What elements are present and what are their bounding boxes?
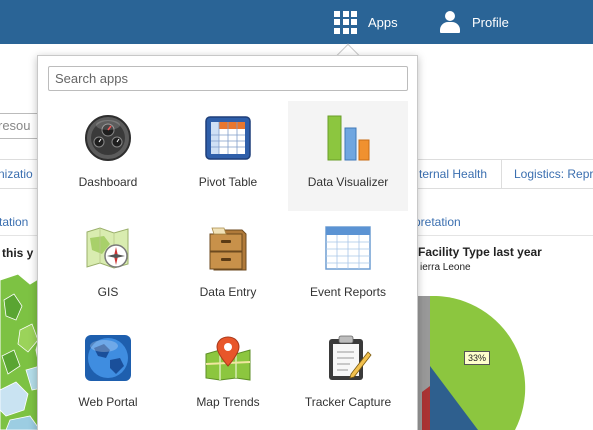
app-label: Web Portal (78, 395, 138, 409)
tab-immunization[interactable]: nizatio (0, 160, 33, 189)
apps-label: Apps (368, 14, 398, 30)
map-compass-icon (86, 227, 129, 269)
apps-menu-button[interactable]: Apps (334, 10, 398, 34)
app-label: Data Entry (199, 285, 257, 299)
right-chart-subtitle: ierra Leone (420, 262, 471, 273)
apps-grid-icon (334, 10, 357, 34)
app-label: Tracker Capture (304, 395, 392, 409)
app-map-trends[interactable]: Map Trends (168, 321, 288, 430)
top-bar: Apps Profile (0, 0, 593, 44)
app-label: Event Reports (309, 285, 387, 299)
app-tracker-capture[interactable]: Tracker Capture (288, 321, 408, 430)
user-icon (440, 11, 460, 33)
map-chart[interactable] (0, 270, 42, 430)
tab-maternal-health[interactable]: ternal Health (419, 160, 487, 189)
pivot-table-icon (205, 116, 251, 160)
app-label: GIS (97, 285, 119, 299)
search-apps-input[interactable] (48, 66, 408, 91)
map-pin-icon (205, 336, 251, 381)
dashboard-gauge-icon (85, 115, 131, 161)
left-chart-title: this y (2, 246, 34, 260)
app-label: Data Visualizer (307, 175, 389, 189)
app-event-reports[interactable]: Event Reports (288, 211, 408, 321)
pie-slice-label: 33% (464, 351, 491, 365)
app-gis[interactable]: GIS (48, 211, 168, 321)
app-data-entry[interactable]: Data Entry (168, 211, 288, 321)
app-data-visualizer[interactable]: Data Visualizer (288, 101, 408, 211)
spreadsheet-icon (325, 226, 371, 270)
interpretation-link[interactable]: tation (0, 215, 28, 229)
apps-menu-popup: Dashboard Pivot Table Data Visualizer (37, 55, 418, 430)
app-label: Dashboard (78, 175, 138, 189)
right-chart-title: Facility Type last year (418, 245, 542, 259)
app-web-portal[interactable]: Web Portal (48, 321, 168, 430)
bar-chart-icon (327, 115, 370, 161)
app-dashboard[interactable]: Dashboard (48, 101, 168, 211)
app-label: Map Trends (196, 395, 260, 409)
app-label: Pivot Table (198, 175, 258, 189)
tab-divider (501, 160, 502, 189)
tab-logistics[interactable]: Logistics: Repr (514, 160, 593, 189)
profile-label: Profile (472, 14, 509, 30)
app-pivot-table[interactable]: Pivot Table (168, 101, 288, 211)
globe-icon (85, 335, 131, 381)
pie-chart[interactable] (418, 296, 593, 430)
filing-cabinet-icon (209, 227, 247, 271)
clipboard-pen-icon (329, 335, 372, 380)
profile-menu-button[interactable]: Profile (440, 10, 509, 34)
